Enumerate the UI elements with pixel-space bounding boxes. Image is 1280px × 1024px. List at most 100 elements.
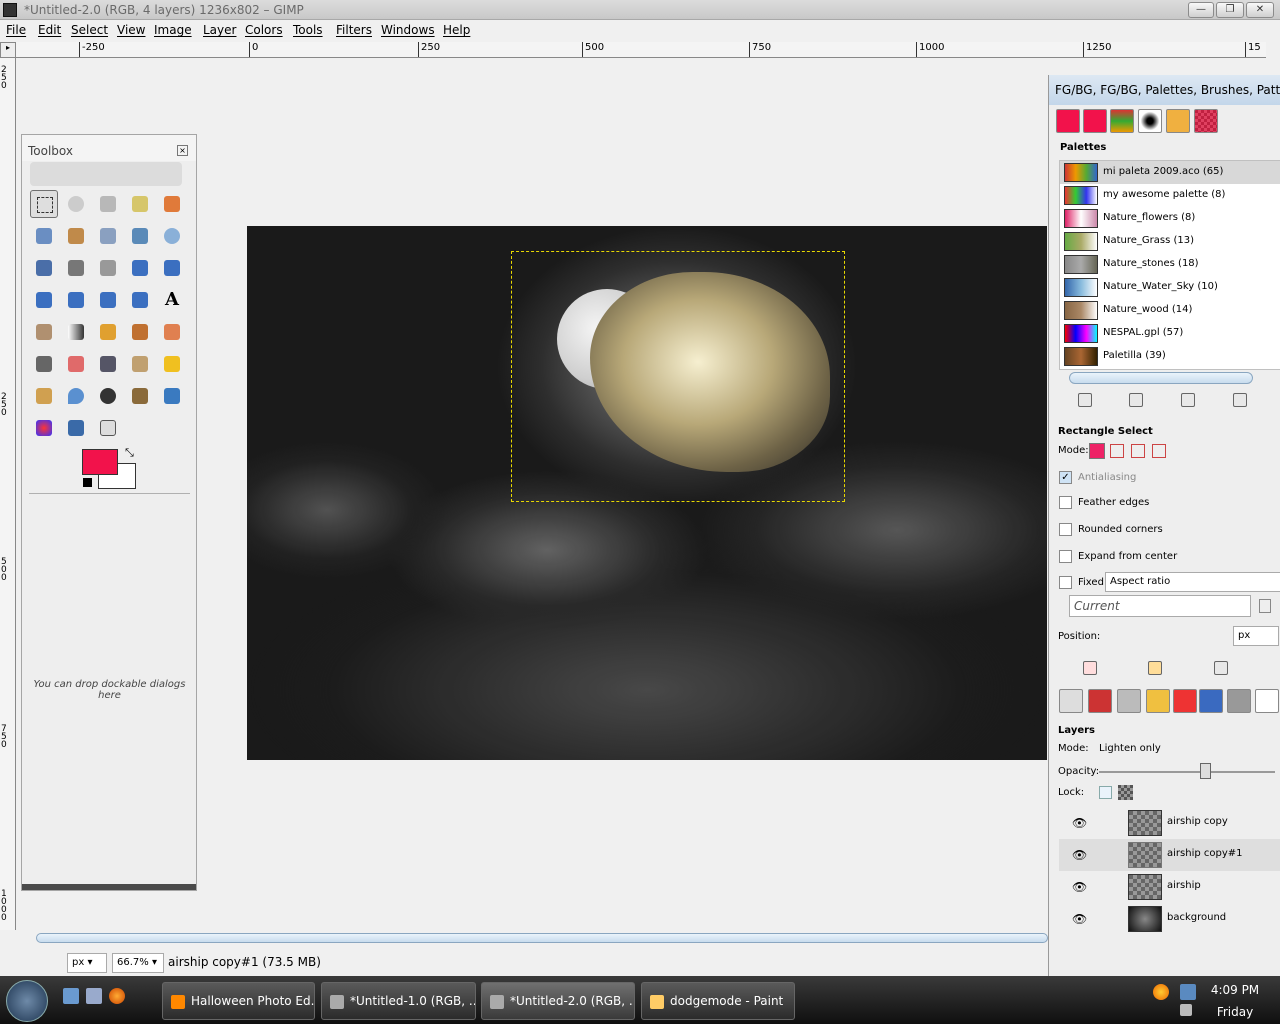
start-button[interactable] [6, 980, 48, 1022]
horizontal-scrollbar[interactable] [16, 930, 1048, 946]
layer-row[interactable]: 👁 airship copy [1059, 807, 1280, 839]
histogram-tab-icon[interactable] [1199, 689, 1223, 713]
measure-tool[interactable] [30, 254, 58, 282]
list-item[interactable]: my awesome palette (8) [1060, 184, 1280, 207]
foreground-select-tool[interactable] [62, 222, 90, 250]
document-tab-icon[interactable] [1255, 689, 1279, 713]
dodge-burn-tool[interactable] [94, 382, 122, 410]
quick-mask-corner-button[interactable]: ▸ [0, 42, 16, 58]
bucket-fill-tool[interactable] [30, 318, 58, 346]
vertical-ruler[interactable]: 250 250 500 750 1000 [0, 58, 16, 930]
zoom-select[interactable]: 66.7% ▾ [112, 953, 164, 973]
color-picker-tool[interactable] [126, 222, 154, 250]
layer-row[interactable]: 👁 airship [1059, 871, 1280, 903]
mode-subtract-button[interactable] [1131, 444, 1145, 458]
histogram-tool[interactable] [62, 414, 90, 442]
fuzzy-select-tool[interactable] [126, 190, 154, 218]
mode-intersect-button[interactable] [1152, 444, 1166, 458]
menu-help[interactable]: Help [443, 23, 470, 37]
minimize-button[interactable]: — [1188, 2, 1214, 18]
perspective-clone-tool[interactable] [126, 350, 154, 378]
selection-marquee[interactable] [511, 251, 845, 502]
trash-icon[interactable] [1259, 599, 1271, 613]
paths-tool[interactable] [94, 222, 122, 250]
levels-tool[interactable] [126, 382, 154, 410]
fixed-value-input[interactable]: Current [1069, 595, 1251, 617]
network-icon[interactable] [1180, 984, 1196, 1000]
expand-checkbox[interactable] [1059, 550, 1072, 563]
foreground-color-swatch[interactable] [82, 449, 118, 475]
list-item[interactable]: mi paleta 2009.aco (65) [1060, 161, 1280, 184]
lock-pixels-checkbox[interactable] [1099, 786, 1112, 799]
scissors-tool[interactable] [30, 222, 58, 250]
color-balance-tool[interactable] [30, 414, 58, 442]
show-desktop-icon[interactable] [63, 988, 79, 1004]
free-select-tool[interactable] [94, 190, 122, 218]
brushes-tab-icon[interactable] [1138, 109, 1162, 133]
undo-tab-icon[interactable] [1146, 689, 1170, 713]
list-item[interactable]: Nature_stones (18) [1060, 253, 1280, 276]
pointer-tab-icon[interactable] [1227, 689, 1251, 713]
airbrush-tool[interactable] [158, 318, 186, 346]
close-button[interactable]: ✕ [1246, 2, 1274, 18]
rounded-checkbox[interactable] [1059, 523, 1072, 536]
lock-alpha-icon[interactable] [1118, 785, 1133, 800]
default-colors-icon[interactable] [83, 478, 92, 487]
fg-bg-tab-icon[interactable] [1056, 109, 1080, 133]
threshold-tool[interactable] [94, 414, 122, 442]
menu-image[interactable]: Image [154, 23, 192, 37]
channels-tab-icon[interactable] [1088, 689, 1112, 713]
flip-tool[interactable] [126, 286, 154, 314]
eye-icon[interactable]: 👁 [1072, 816, 1087, 830]
curves-tool[interactable] [158, 382, 186, 410]
menu-edit[interactable]: Edit [38, 23, 61, 37]
opacity-slider-handle[interactable] [1200, 763, 1211, 779]
menu-colors[interactable]: Colors [245, 23, 283, 37]
smudge-tool[interactable] [30, 382, 58, 410]
crop-tool[interactable] [94, 254, 122, 282]
menu-tools[interactable]: Tools [293, 23, 323, 37]
delete-options-icon[interactable] [1214, 661, 1228, 675]
menu-view[interactable]: View [117, 23, 145, 37]
list-item[interactable]: Paletilla (39) [1060, 345, 1280, 368]
mode-add-button[interactable] [1110, 444, 1124, 458]
clone-tool[interactable] [94, 350, 122, 378]
paths-tab-icon[interactable] [1117, 689, 1141, 713]
switch-windows-icon[interactable] [86, 988, 102, 1004]
layer-mode-select[interactable]: Lighten only [1099, 743, 1161, 754]
ellipse-select-tool[interactable] [62, 190, 90, 218]
swap-colors-icon[interactable]: ⤡ [125, 446, 134, 460]
dock-drop-zone[interactable]: You can drop dockable dialogs here [29, 493, 190, 883]
shear-tool[interactable] [62, 286, 90, 314]
tray-update-icon[interactable] [1153, 984, 1169, 1000]
menu-file[interactable]: File [6, 23, 26, 37]
colormap-tab-icon[interactable] [1173, 689, 1197, 713]
eye-icon[interactable]: 👁 [1072, 912, 1087, 926]
scroll-thumb[interactable] [36, 933, 1048, 943]
new-palette-icon[interactable] [1129, 393, 1143, 407]
menu-select[interactable]: Select [71, 23, 108, 37]
antialiasing-checkbox[interactable]: ✓ [1059, 471, 1072, 484]
close-icon[interactable]: × [177, 145, 188, 156]
palettes-tab-icon[interactable] [1110, 109, 1134, 133]
eye-icon[interactable]: 👁 [1072, 848, 1087, 862]
delete-palette-icon[interactable] [1233, 393, 1247, 407]
scale-tool[interactable] [30, 286, 58, 314]
menu-filters[interactable]: Filters [336, 23, 372, 37]
layer-row[interactable]: 👁 background [1059, 903, 1280, 935]
layer-row[interactable]: 👁 airship copy#1 [1059, 839, 1280, 871]
palettes-list[interactable]: mi paleta 2009.aco (65) my awesome palet… [1059, 160, 1280, 370]
rotate-tool[interactable] [158, 254, 186, 282]
task-untitled-1[interactable]: *Untitled-1.0 (RGB, ... [321, 982, 476, 1020]
opacity-slider[interactable] [1099, 771, 1275, 773]
fg-bg-tab-icon[interactable] [1083, 109, 1107, 133]
horizontal-ruler[interactable]: -250 0 250 500 750 1000 1250 15 [16, 42, 1266, 58]
list-item[interactable]: Nature_flowers (8) [1060, 207, 1280, 230]
list-item[interactable]: Nature_wood (14) [1060, 299, 1280, 322]
eraser-tool[interactable] [62, 350, 90, 378]
save-options-icon[interactable] [1083, 661, 1097, 675]
list-item[interactable]: NESPAL.gpl (57) [1060, 322, 1280, 345]
firefox-icon[interactable] [109, 988, 125, 1004]
duplicate-palette-icon[interactable] [1181, 393, 1195, 407]
mode-replace-button[interactable] [1089, 443, 1105, 459]
